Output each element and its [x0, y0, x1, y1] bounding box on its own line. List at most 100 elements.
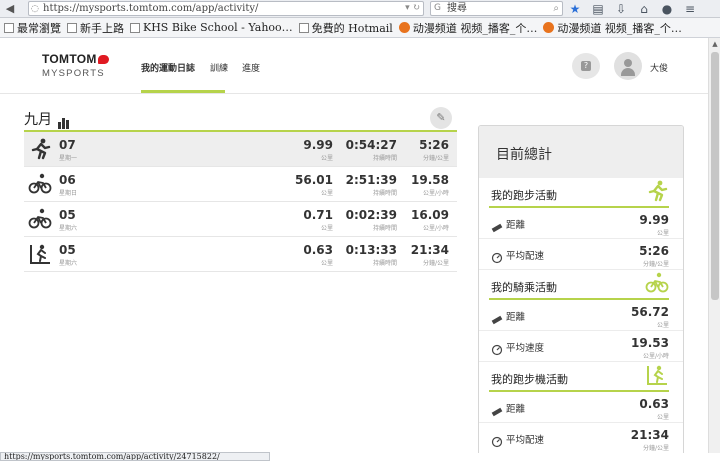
- bookmarks-bar: 最常瀏覽 新手上路 KHS Bike School - Yahoo… 免費的 Hotm…: [0, 18, 720, 38]
- ruler-icon: [491, 310, 503, 325]
- stat-label: 距離: [506, 220, 526, 231]
- bookmark-label: 动漫频道 视频_播客_个…: [557, 21, 682, 35]
- bookmark-label: KHS Bike School - Yahoo…: [143, 21, 293, 34]
- bookmark-item[interactable]: 最常瀏覽: [4, 20, 61, 36]
- page-content: TOMTOM MYSPORTS 我的運動日誌 訓練 進度 ? 大俊 九月 ✎ 0…: [0, 38, 708, 453]
- url-bar[interactable]: ◌ https://mysports.tomtom.com/app/activi…: [28, 1, 424, 16]
- stat-value: 9.99: [639, 213, 669, 227]
- duration-metric: 2:51:39 持續時間: [345, 173, 397, 197]
- tomtom-logo[interactable]: TOMTOM MYSPORTS: [42, 52, 109, 79]
- summary-title: 目前總計: [479, 126, 683, 178]
- summary-stat: 平均配速 5:26 分鐘/公里: [479, 239, 683, 270]
- ruler-icon: [491, 218, 503, 233]
- search-icon[interactable]: ⌕: [553, 2, 559, 15]
- tab-activity-log[interactable]: 我的運動日誌: [141, 61, 195, 74]
- edit-pencil-icon[interactable]: ✎: [430, 107, 452, 129]
- scroll-thumb[interactable]: [711, 52, 719, 300]
- help-chat-button[interactable]: ?: [572, 53, 600, 79]
- summary-panel: 目前總計 我的跑步活動 距離 9.99 公里 平均配速 5:26 分鐘/公里 我的騎乘活動 距離…: [478, 125, 684, 453]
- bookmark-item[interactable]: 新手上路: [67, 20, 124, 36]
- stat-unit: 分鐘/公里: [642, 261, 669, 268]
- section-title: 我的跑步機活動: [491, 373, 568, 386]
- stat-value: 56.72: [631, 305, 669, 319]
- globe-icon: ◌: [31, 4, 39, 14]
- tab-training[interactable]: 訓練: [210, 61, 228, 74]
- site-favicon-icon: [398, 22, 410, 33]
- summary-section-header: 我的騎乘活動: [479, 270, 683, 300]
- home-icon[interactable]: ⌂: [637, 2, 651, 16]
- avatar[interactable]: [614, 52, 642, 80]
- stat-unit: 公里/小時: [642, 353, 669, 360]
- duration-metric: 0:54:27 持續時間: [345, 138, 397, 162]
- page-icon: [130, 22, 140, 33]
- page-scrollbar[interactable]: ▲: [708, 38, 720, 453]
- star-icon[interactable]: ★: [568, 2, 582, 16]
- pace-metric: 16.09 公里/小時: [411, 208, 449, 232]
- bookmark-label: 最常瀏覽: [17, 21, 61, 35]
- pace-metric: 19.58 公里/小時: [411, 173, 449, 197]
- stat-unit: 公里: [656, 230, 669, 237]
- duration-metric: 0:13:33 持續時間: [345, 243, 397, 267]
- scroll-up-arrow-icon[interactable]: ▲: [709, 38, 720, 50]
- bookmark-item[interactable]: 动漫频道 视频_播客_个…: [398, 20, 538, 36]
- bookmark-item[interactable]: 动漫频道 视频_播客_个…: [543, 20, 682, 36]
- search-placeholder: 搜尋: [447, 3, 467, 14]
- summary-stat: 距離 56.72 公里: [479, 300, 683, 331]
- reload-icon[interactable]: ▾ ↻: [405, 2, 420, 15]
- stat-value: 5:26: [639, 244, 669, 258]
- stat-value: 19.53: [631, 336, 669, 350]
- bookmark-item[interactable]: 免費的 Hotmail: [298, 20, 393, 36]
- treadmill-icon: [645, 364, 669, 386]
- stat-label: 距離: [506, 312, 526, 323]
- user-name[interactable]: 大俊: [650, 61, 668, 74]
- chat-icon[interactable]: ●: [660, 2, 674, 16]
- run-icon: [645, 180, 669, 202]
- stat-label: 平均配速: [506, 251, 545, 262]
- url-text: https://mysports.tomtom.com/app/activity…: [43, 3, 259, 14]
- activity-row[interactable]: 07 星期一 9.99 公里 0:54:27 持續時間 5:26 分鐘/公里: [24, 132, 457, 167]
- summary-stat: 平均配速 21:34 分鐘/公里: [479, 423, 683, 453]
- menu-icon[interactable]: ≡: [683, 2, 697, 16]
- gauge-icon: [491, 433, 503, 448]
- distance-metric: 9.99 公里: [303, 138, 333, 162]
- gauge-icon: [491, 341, 503, 356]
- back-arrow-icon[interactable]: ◀: [2, 1, 18, 17]
- pace-metric: 5:26 分鐘/公里: [419, 138, 449, 162]
- month-label: 九月: [24, 112, 52, 128]
- summary-stat: 距離 0.63 公里: [479, 392, 683, 423]
- logo-bottom-text: MYSPORTS: [42, 68, 105, 79]
- site-favicon-icon: [543, 22, 555, 33]
- activity-weekday: 星期一: [59, 155, 78, 162]
- month-header: 九月: [24, 109, 69, 129]
- bookmark-label: 动漫频道 视频_播客_个…: [412, 21, 538, 35]
- tab-progress[interactable]: 進度: [242, 61, 260, 74]
- distance-metric: 56.01 公里: [295, 173, 333, 197]
- summary-stat: 平均速度 19.53 公里/小時: [479, 331, 683, 362]
- status-url: https://mysports.tomtom.com/app/activity…: [0, 452, 270, 461]
- stat-label: 平均配速: [506, 435, 545, 446]
- activity-row[interactable]: 05 星期六 0.71 公里 0:02:39 持續時間 16.09 公里/小時: [24, 202, 457, 237]
- summary-stat: 距離 9.99 公里: [479, 208, 683, 239]
- activity-day: 07: [59, 138, 76, 152]
- distance-metric: 0.63 公里: [303, 243, 333, 267]
- bar-chart-icon[interactable]: [58, 117, 69, 129]
- ruler-icon: [491, 402, 503, 417]
- summary-section-header: 我的跑步機活動: [479, 362, 683, 392]
- activity-row[interactable]: 05 星期六 0.63 公里 0:13:33 持續時間 21:34 分鐘/公里: [24, 237, 457, 272]
- bookmark-label: 新手上路: [80, 21, 124, 35]
- treadmill-icon: [28, 243, 52, 265]
- stat-value: 21:34: [630, 428, 669, 442]
- summary-section-header: 我的跑步活動: [479, 178, 683, 208]
- activity-list: 07 星期一 9.99 公里 0:54:27 持續時間 5:26 分鐘/公里 06 星期日 56.0…: [24, 130, 457, 272]
- top-navigation: TOMTOM MYSPORTS 我的運動日誌 訓練 進度 ? 大俊: [0, 38, 708, 94]
- bookmark-item[interactable]: KHS Bike School - Yahoo…: [130, 21, 293, 34]
- download-icon[interactable]: ⇩: [614, 2, 628, 16]
- reading-list-icon[interactable]: ▤: [591, 2, 605, 16]
- activity-row[interactable]: 06 星期日 56.01 公里 2:51:39 持續時間 19.58 公里/小時: [24, 167, 457, 202]
- distance-metric: 0.71 公里: [303, 208, 333, 232]
- gauge-icon: [491, 249, 503, 264]
- stat-unit: 公里: [656, 322, 669, 329]
- toolbar-icons: ★ ▤ ⇩ ⌂ ● ≡: [568, 0, 697, 18]
- search-input[interactable]: G 搜尋 ⌕: [430, 1, 563, 16]
- browser-toolbar: ◀ ◌ https://mysports.tomtom.com/app/acti…: [0, 0, 720, 18]
